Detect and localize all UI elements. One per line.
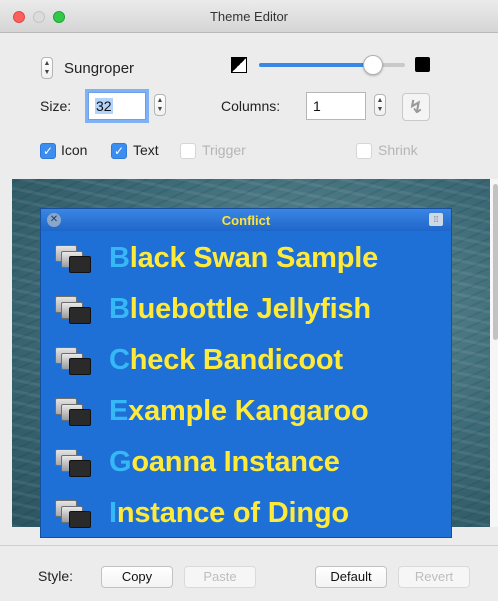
palette-item[interactable]: Example Kangaroo (55, 390, 447, 436)
color-slider-knob[interactable] (363, 55, 383, 75)
windows-icon (55, 296, 95, 326)
revert-button[interactable]: Revert (398, 566, 470, 588)
palette-item[interactable]: Check Bandicoot (55, 339, 447, 385)
palette-item[interactable]: Goanna Instance (55, 441, 447, 487)
icon-checkbox[interactable]: ✓ (40, 143, 56, 159)
palette-item-label: Check Bandicoot (109, 344, 343, 376)
palette-item-label: Bluebottle Jellyfish (109, 293, 371, 325)
theme-popup[interactable]: Sungroper (64, 60, 134, 77)
preview-scrollbar-thumb[interactable] (493, 184, 498, 340)
palette-item-label: Example Kangaroo (109, 395, 369, 427)
text-checkbox-label: Text (133, 142, 159, 158)
size-value: 32 (95, 98, 113, 114)
text-checkbox[interactable]: ✓ (111, 143, 127, 159)
palette-item[interactable]: Black Swan Sample (55, 237, 447, 283)
preview-palette: ✕ Conflict ⁞⁞ Black Swan Sample Bluebott… (40, 208, 452, 538)
wrap-icon: ↯ (408, 97, 424, 117)
windows-icon (55, 245, 95, 275)
color-slider-track[interactable] (259, 63, 405, 67)
color-slider-fill (259, 63, 373, 67)
palette-menu-icon[interactable]: ⁞⁞ (429, 213, 443, 226)
columns-stepper[interactable]: ▲ ▼ (374, 94, 386, 116)
title-bar: Theme Editor (0, 0, 498, 33)
shrink-checkbox-label: Shrink (378, 142, 418, 158)
palette-item-label: Instance of Dingo (109, 497, 349, 529)
columns-label: Columns: (221, 98, 281, 114)
default-button[interactable]: Default (315, 566, 387, 588)
size-label: Size: (40, 98, 72, 114)
columns-field[interactable]: 1 (306, 92, 366, 120)
copy-button[interactable]: Copy (101, 566, 173, 588)
shrink-checkbox[interactable] (356, 143, 372, 159)
icon-checkbox-label: Icon (61, 142, 88, 158)
theme-editor-window: Theme Editor ▲ ▼ Sungroper Size: 32 ▲ ▼ Co… (0, 0, 498, 601)
style-bar: Style: Copy Paste Default Revert (0, 545, 498, 601)
columns-value: 1 (313, 98, 321, 114)
palette-item-label: Black Swan Sample (109, 242, 379, 274)
palette-item[interactable]: Bluebottle Jellyfish (55, 288, 447, 334)
style-label: Style: (38, 568, 74, 584)
windows-icon (55, 449, 95, 479)
size-field[interactable]: 32 (88, 92, 146, 120)
windows-icon (55, 347, 95, 377)
theme-popup-arrows-icon[interactable]: ▲ ▼ (41, 57, 53, 79)
paste-button[interactable]: Paste (184, 566, 256, 588)
windows-icon (55, 500, 95, 530)
layout-direction-button[interactable]: ↯ (402, 93, 430, 121)
trigger-checkbox-label: Trigger (202, 142, 246, 158)
trigger-checkbox[interactable] (180, 143, 196, 159)
contrast-icon (231, 57, 247, 73)
palette-title: Conflict (221, 213, 271, 228)
palette-title-bar: ✕ Conflict ⁞⁞ (41, 209, 451, 231)
windows-icon (55, 398, 95, 428)
palette-item[interactable]: Instance of Dingo (55, 492, 447, 538)
palette-item-label: Goanna Instance (109, 446, 340, 478)
dark-color-swatch-icon (415, 57, 430, 72)
window-title: Theme Editor (209, 9, 289, 24)
size-stepper[interactable]: ▲ ▼ (154, 94, 166, 116)
